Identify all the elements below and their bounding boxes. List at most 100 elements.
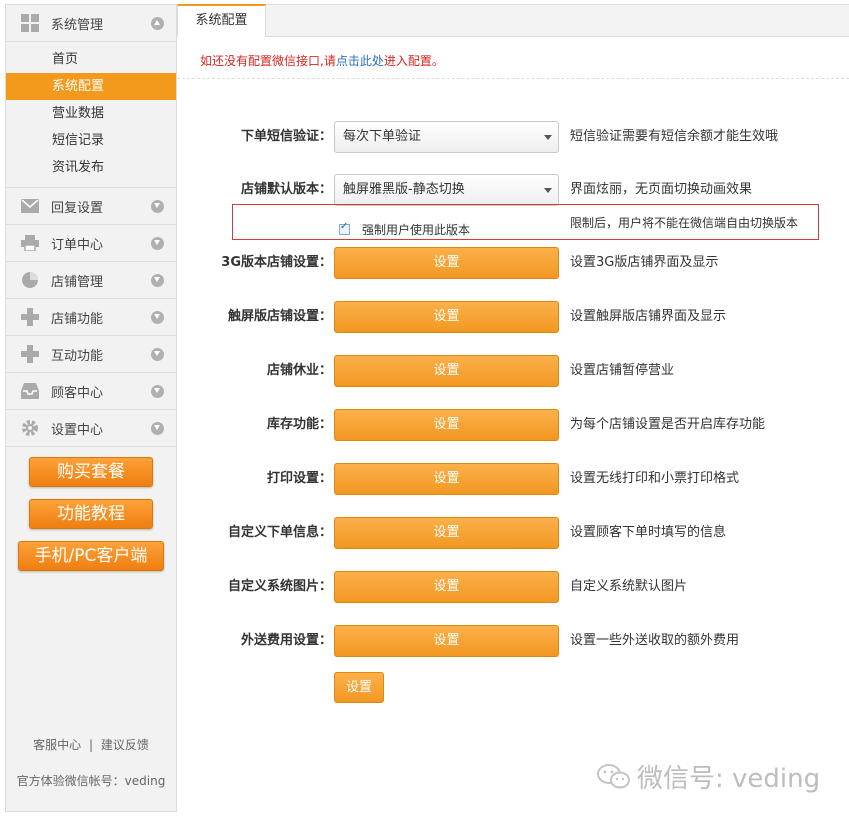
setting-desc: 设置无线打印和小票打印格式 bbox=[570, 471, 740, 486]
sidebar-group-label: 回复设置 bbox=[51, 200, 104, 216]
sidebar-group-reply[interactable]: 回复设置 bbox=[6, 188, 176, 225]
sidebar-group-label: 互动功能 bbox=[51, 348, 104, 364]
setting-order-info-button[interactable]: 设置 bbox=[334, 517, 559, 549]
sidebar-item-home[interactable]: 首页 bbox=[6, 46, 176, 73]
plus-icon bbox=[20, 345, 40, 363]
chevron-down-icon[interactable] bbox=[151, 200, 164, 213]
notice-text: 如还没有配置微信接口,请 bbox=[200, 54, 336, 68]
notice-text-end: 进入配置。 bbox=[383, 54, 444, 68]
setting-row-closure: 店铺休业： 设置 设置店铺暂停营业 bbox=[177, 355, 849, 387]
sidebar-group-system[interactable]: 系统管理 bbox=[6, 5, 176, 42]
sidebar-group-label: 设置中心 bbox=[51, 422, 104, 438]
force-version-label: 强制用户使用此版本 bbox=[362, 223, 471, 237]
force-version-checkbox[interactable] bbox=[339, 221, 350, 235]
default-version-label: 店铺默认版本： bbox=[240, 182, 332, 197]
watermark: 微信号: veding bbox=[597, 758, 820, 795]
setting-label: 触屏版店铺设置： bbox=[227, 309, 332, 324]
setting-images-button[interactable]: 设置 bbox=[334, 571, 559, 603]
wechat-icon bbox=[597, 763, 630, 788]
client-download-button[interactable]: 手机/PC客户端 bbox=[18, 541, 164, 571]
chevron-down-icon[interactable] bbox=[151, 237, 164, 250]
setting-3g-button[interactable]: 设置 bbox=[334, 247, 559, 279]
gear-icon bbox=[20, 419, 40, 437]
sidebar-group-label: 顾客中心 bbox=[51, 385, 104, 401]
chevron-down-icon[interactable] bbox=[151, 311, 164, 324]
force-version-desc: 限制后，用户将不能在微信端自由切换版本 bbox=[570, 216, 799, 230]
force-version-option[interactable]: 强制用户使用此版本 bbox=[339, 221, 470, 238]
sidebar-item-business-data[interactable]: 营业数据 bbox=[6, 100, 176, 127]
setting-desc: 设置顾客下单时填写的信息 bbox=[570, 525, 727, 540]
inbox-icon bbox=[20, 382, 40, 400]
sidebar-group-store[interactable]: 店铺管理 bbox=[6, 262, 176, 299]
plus-icon bbox=[20, 308, 40, 326]
sms-verify-select[interactable]: 每次下单验证 bbox=[334, 121, 559, 153]
chevron-down-icon[interactable] bbox=[151, 274, 164, 287]
setting-row-touch: 触屏版店铺设置： 设置 设置触屏版店铺界面及显示 bbox=[177, 301, 849, 333]
setting-desc: 自定义系统默认图片 bbox=[570, 579, 688, 594]
setting-inventory-button[interactable]: 设置 bbox=[334, 409, 559, 441]
sidebar-group-customers[interactable]: 顾客中心 bbox=[6, 373, 176, 410]
sms-verify-label: 下单短信验证： bbox=[240, 129, 332, 144]
feedback-link[interactable]: 建议反馈 bbox=[101, 738, 149, 752]
setting-delivery-fee-button[interactable]: 设置 bbox=[334, 625, 559, 657]
envelope-icon bbox=[20, 197, 40, 215]
setting-row-3g: 3G版本店铺设置： 设置 设置3G版店铺界面及显示 bbox=[177, 247, 849, 279]
sidebar-item-system-config[interactable]: 系统配置 bbox=[6, 73, 176, 100]
chevron-down-icon[interactable] bbox=[151, 348, 164, 361]
tab-bar: 系统配置 bbox=[177, 4, 849, 37]
sidebar-group-label: 店铺管理 bbox=[51, 274, 104, 290]
buy-package-button[interactable]: 购买套餐 bbox=[29, 457, 153, 487]
default-version-row: 店铺默认版本： 触屏雅黑版-静态切换 界面炫丽，无页面切换动画效果 bbox=[177, 174, 849, 206]
config-notice: 如还没有配置微信接口,请点击此处进入配置。 bbox=[200, 52, 444, 69]
promo-area: 购买套餐 功能教程 手机/PC客户端 bbox=[6, 457, 176, 583]
setting-touch-button[interactable]: 设置 bbox=[334, 301, 559, 333]
sidebar-item-sms-records[interactable]: 短信记录 bbox=[6, 127, 176, 154]
setting-row-print: 打印设置： 设置 设置无线打印和小票打印格式 bbox=[177, 463, 849, 495]
default-version-value: 触屏雅黑版-静态切换 bbox=[343, 182, 465, 197]
setting-row-images: 自定义系统图片： 设置 自定义系统默认图片 bbox=[177, 571, 849, 603]
setting-label: 3G版本店铺设置： bbox=[221, 255, 332, 270]
footer-links: 客服中心 | 建议反馈 bbox=[6, 736, 176, 753]
sidebar-item-news[interactable]: 资讯发布 bbox=[6, 154, 176, 181]
watermark-text: 微信号: veding bbox=[637, 764, 821, 794]
pie-chart-icon bbox=[20, 271, 40, 289]
sidebar-group-label: 订单中心 bbox=[51, 237, 104, 253]
main-content: 系统配置 如还没有配置微信接口,请点击此处进入配置。 下单短信验证： 每次下单验… bbox=[177, 4, 849, 812]
config-link[interactable]: 点击此处 bbox=[336, 54, 384, 68]
setting-desc: 设置一些外送收取的额外费用 bbox=[570, 633, 740, 648]
setting-row-inventory: 库存功能： 设置 为每个店铺设置是否开启库存功能 bbox=[177, 409, 849, 441]
setting-row-order-info: 自定义下单信息： 设置 设置顾客下单时填写的信息 bbox=[177, 517, 849, 549]
sidebar-group-store-features[interactable]: 店铺功能 bbox=[6, 299, 176, 336]
chevron-down-icon[interactable] bbox=[151, 422, 164, 435]
setting-label: 外送费用设置： bbox=[240, 633, 332, 648]
sidebar-group-settings[interactable]: 设置中心 bbox=[6, 410, 176, 447]
setting-label: 打印设置： bbox=[266, 471, 332, 486]
sms-verify-value: 每次下单验证 bbox=[343, 129, 422, 144]
customer-service-link[interactable]: 客服中心 bbox=[33, 738, 81, 752]
save-button[interactable]: 设置 bbox=[334, 672, 384, 703]
sidebar-group-orders[interactable]: 订单中心 bbox=[6, 225, 176, 262]
sidebar-group-label: 系统管理 bbox=[51, 17, 104, 33]
chevron-up-icon[interactable] bbox=[151, 17, 164, 30]
sidebar-group-interaction[interactable]: 互动功能 bbox=[6, 336, 176, 373]
sms-verify-desc: 短信验证需要有短信余额才能生效哦 bbox=[570, 129, 779, 144]
grid-icon bbox=[20, 14, 40, 32]
tutorial-button[interactable]: 功能教程 bbox=[29, 499, 153, 529]
setting-label: 自定义系统图片： bbox=[227, 579, 332, 594]
default-version-desc: 界面炫丽，无页面切换动画效果 bbox=[570, 182, 753, 197]
sidebar-sub-list: 首页 系统配置 营业数据 短信记录 资讯发布 bbox=[6, 42, 176, 188]
setting-print-button[interactable]: 设置 bbox=[334, 463, 559, 495]
chevron-down-icon[interactable] bbox=[151, 385, 164, 398]
setting-desc: 设置3G版店铺界面及显示 bbox=[570, 255, 719, 270]
sms-verify-row: 下单短信验证： 每次下单验证 短信验证需要有短信余额才能生效哦 bbox=[177, 121, 849, 153]
setting-closure-button[interactable]: 设置 bbox=[334, 355, 559, 387]
setting-label: 店铺休业： bbox=[266, 363, 332, 378]
official-account: 官方体验微信帐号：veding bbox=[16, 774, 166, 788]
setting-desc: 设置店铺暂停营业 bbox=[570, 363, 675, 378]
setting-desc: 设置触屏版店铺界面及显示 bbox=[570, 309, 727, 324]
default-version-select[interactable]: 触屏雅黑版-静态切换 bbox=[334, 174, 559, 206]
tab-system-config[interactable]: 系统配置 bbox=[177, 4, 266, 37]
sidebar: 系统管理 首页 系统配置 营业数据 短信记录 资讯发布 回复设置 订单中心 店铺… bbox=[5, 4, 177, 812]
chevron-down-icon bbox=[544, 135, 552, 140]
printer-icon bbox=[20, 234, 40, 252]
